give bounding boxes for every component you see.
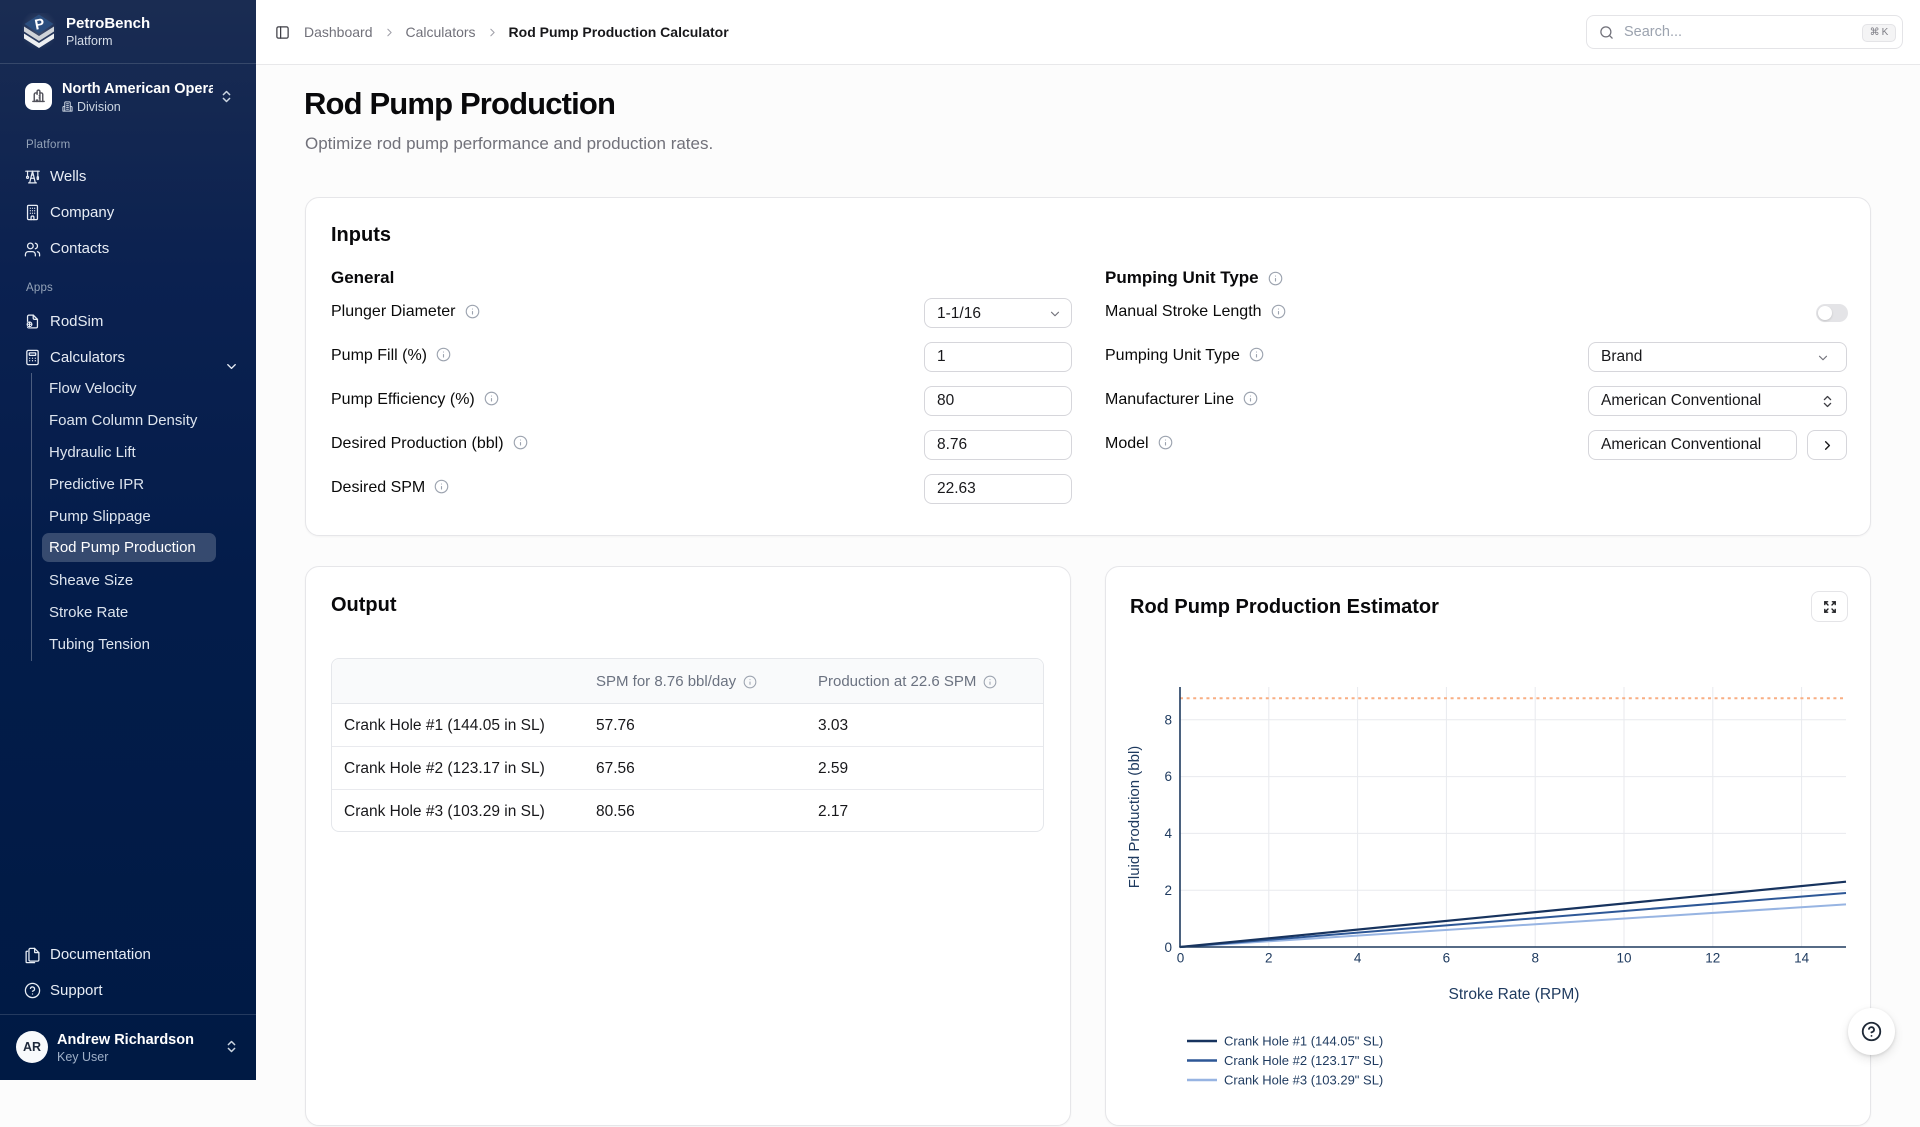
svg-text:6: 6 <box>1164 769 1172 784</box>
svg-text:10: 10 <box>1616 951 1631 966</box>
svg-text:0: 0 <box>1164 940 1172 955</box>
svg-text:0: 0 <box>1177 951 1185 966</box>
svg-text:6: 6 <box>1443 951 1451 966</box>
svg-text:Crank Hole #2 (123.17" SL): Crank Hole #2 (123.17" SL) <box>1224 1053 1383 1068</box>
svg-text:Stroke Rate (RPM): Stroke Rate (RPM) <box>1449 986 1580 1003</box>
svg-text:Fluid Production (bbl): Fluid Production (bbl) <box>1126 746 1143 889</box>
svg-text:4: 4 <box>1354 951 1362 966</box>
svg-text:2: 2 <box>1164 883 1172 898</box>
svg-text:Crank Hole #1 (144.05" SL): Crank Hole #1 (144.05" SL) <box>1224 1033 1383 1048</box>
svg-text:14: 14 <box>1794 951 1810 966</box>
svg-text:12: 12 <box>1705 951 1720 966</box>
svg-text:4: 4 <box>1164 826 1172 841</box>
svg-text:8: 8 <box>1531 951 1539 966</box>
svg-text:8: 8 <box>1164 712 1172 727</box>
svg-text:2: 2 <box>1265 951 1273 966</box>
